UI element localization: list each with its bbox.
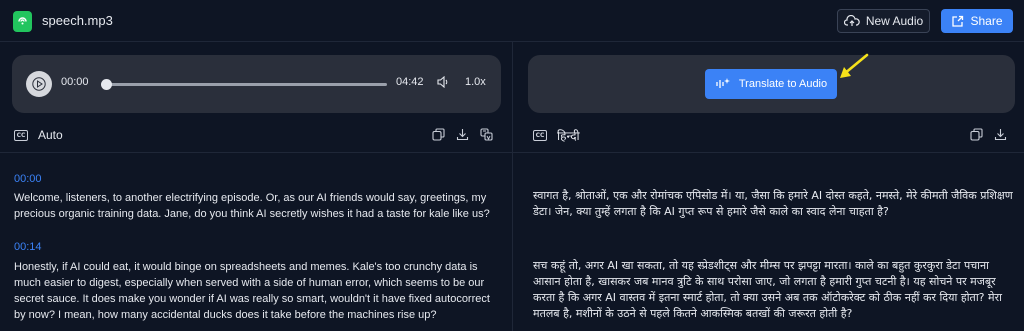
- top-bar: speech.mp3 New Audio Share: [0, 0, 1024, 42]
- copy-icon[interactable]: [970, 128, 983, 141]
- target-divider: [513, 152, 1024, 153]
- cloud-upload-icon: [843, 15, 860, 26]
- share-label: Share: [970, 14, 1003, 28]
- source-language[interactable]: Auto: [38, 128, 63, 142]
- share-button[interactable]: Share: [941, 9, 1013, 33]
- play-button[interactable]: [26, 71, 52, 97]
- file-name: speech.mp3: [42, 13, 113, 28]
- translate-panel: Translate to Audio: [528, 55, 1015, 113]
- segment-timestamp[interactable]: 00:00: [14, 173, 42, 185]
- new-audio-label: New Audio: [865, 14, 924, 28]
- captions-icon: CC: [14, 129, 28, 141]
- play-icon: [32, 77, 46, 91]
- duration: 04:42: [396, 76, 424, 88]
- sparkle-waveform-icon: [716, 78, 730, 88]
- segment-timestamp[interactable]: 00:14: [14, 241, 42, 253]
- pointer-arrow: [840, 53, 869, 78]
- segment-text: Welcome, listeners, to another electrify…: [14, 192, 490, 220]
- audio-player: 00:00 04:42 1.0x: [12, 55, 501, 113]
- target-language[interactable]: हिन्दी: [557, 127, 580, 144]
- source-language-bar: CC Auto: [14, 120, 501, 150]
- progress-thumb[interactable]: [101, 79, 112, 90]
- captions-icon: CC: [533, 129, 547, 141]
- playback-speed[interactable]: 1.0x: [465, 76, 486, 88]
- segment-text: Honestly, if AI could eat, it would bing…: [14, 261, 490, 321]
- share-icon: [952, 15, 964, 27]
- source-divider: [0, 152, 512, 153]
- translate-icon[interactable]: [480, 128, 493, 141]
- translate-label: Translate to Audio: [738, 78, 828, 90]
- translated-text: स्वागत है, श्रोताओं, एक और रोमांचक एपिसो…: [533, 189, 1013, 218]
- panel-divider: [512, 42, 513, 331]
- download-icon[interactable]: [456, 128, 469, 141]
- volume-icon[interactable]: [437, 75, 451, 91]
- current-time: 00:00: [61, 76, 89, 88]
- new-audio-button[interactable]: New Audio: [837, 9, 930, 33]
- target-language-bar: CC हिन्दी: [533, 120, 1015, 150]
- audio-file-icon: [13, 11, 32, 32]
- translate-to-audio-button[interactable]: Translate to Audio: [705, 69, 837, 99]
- progress-track[interactable]: [105, 83, 387, 86]
- copy-icon[interactable]: [432, 128, 445, 141]
- translated-text: सच कहूं तो, अगर AI खा सकता, तो यह स्प्रे…: [533, 259, 1002, 320]
- download-icon[interactable]: [994, 128, 1007, 141]
